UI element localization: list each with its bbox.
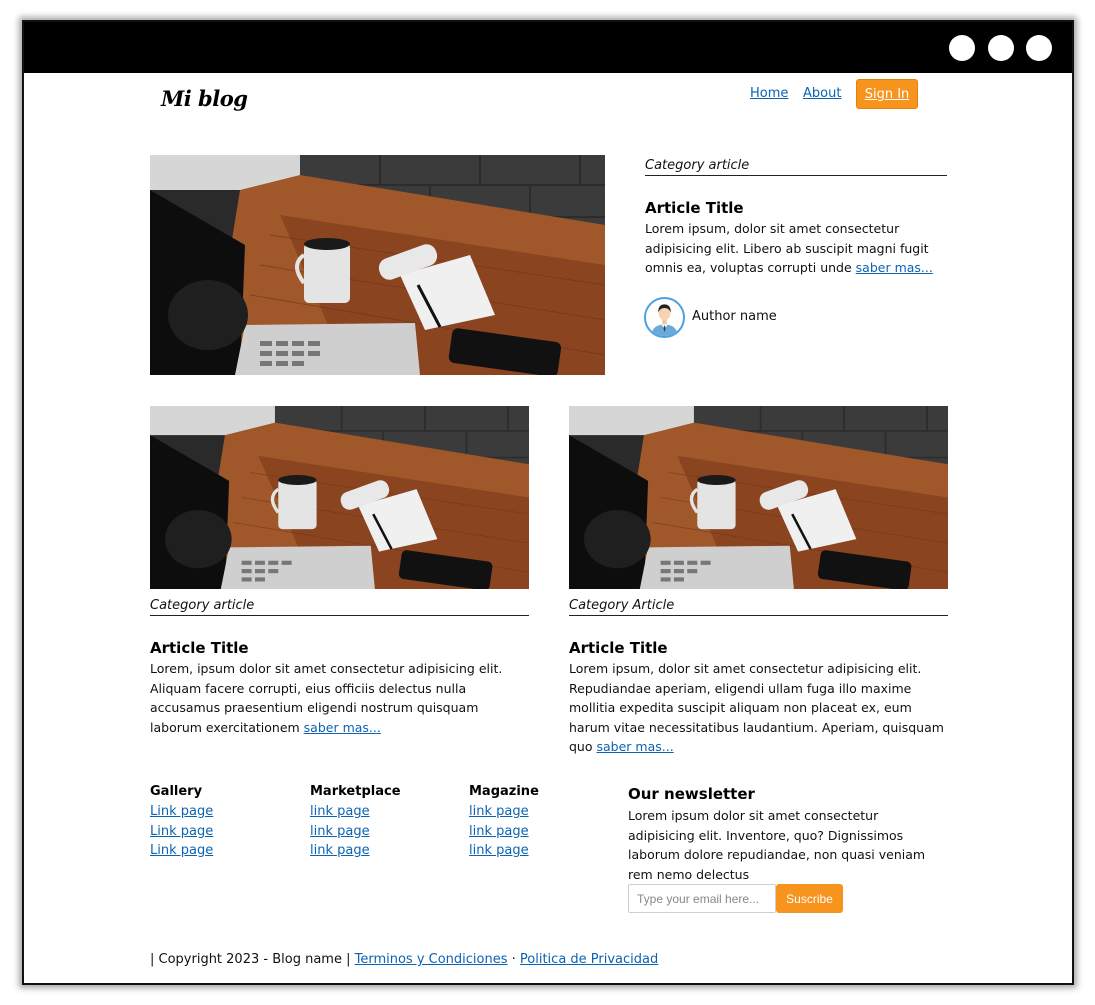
footer-magazine-link-2[interactable]: link page [469, 822, 609, 842]
article-2-read-more-link[interactable]: saber mas... [596, 739, 673, 754]
footer-separator: · [507, 952, 520, 967]
subscribe-button[interactable]: Suscribe [776, 884, 843, 913]
window-control-2[interactable] [988, 35, 1014, 61]
person-icon [646, 299, 683, 336]
article-2-category: Category Article [569, 598, 948, 616]
featured-text: Lorem ipsum, dolor sit amet consectetur … [645, 219, 945, 278]
terms-link[interactable]: Terminos y Condiciones [355, 952, 508, 967]
featured-title[interactable]: Article Title [645, 199, 744, 217]
window-titlebar [24, 22, 1072, 73]
footer-gallery-column: Gallery Link page Link page Link page [150, 784, 290, 861]
featured-category: Category article [645, 158, 947, 176]
footer-marketplace-link-1[interactable]: link page [310, 802, 450, 822]
copyright-text: | Copyright 2023 - Blog name | [150, 952, 355, 967]
newsletter-email-input[interactable] [628, 884, 776, 913]
article-2-image[interactable] [569, 406, 948, 589]
footer-marketplace-link-3[interactable]: link page [310, 841, 450, 861]
window-control-1[interactable] [949, 35, 975, 61]
footer-marketplace-heading: Marketplace [310, 784, 401, 799]
newsletter-title: Our newsletter [628, 785, 755, 803]
footer-magazine-column: Magazine link page link page link page [469, 784, 609, 861]
footer-magazine-link-1[interactable]: link page [469, 802, 609, 822]
blog-logo[interactable]: Mi blog [161, 86, 248, 111]
footer-magazine-link-3[interactable]: link page [469, 841, 609, 861]
nav-home-link[interactable]: Home [750, 86, 788, 101]
browser-window: Mi blog Home About Sign In Category arti… [22, 20, 1074, 985]
newsletter-text: Lorem ipsum dolor sit amet consectetur a… [628, 808, 926, 882]
window-control-3[interactable] [1026, 35, 1052, 61]
author-name[interactable]: Author name [692, 309, 777, 324]
footer-gallery-heading: Gallery [150, 784, 203, 799]
featured-article-image[interactable] [150, 155, 605, 375]
article-1-text: Lorem, ipsum dolor sit amet consectetur … [150, 659, 510, 737]
footer-gallery-link-2[interactable]: Link page [150, 822, 290, 842]
article-1-title[interactable]: Article Title [150, 639, 249, 657]
footer-marketplace-column: Marketplace link page link page link pag… [310, 784, 450, 861]
nav-about-link[interactable]: About [803, 86, 841, 101]
article-2-text: Lorem ipsum, dolor sit amet consectetur … [569, 659, 949, 757]
article-1-read-more-link[interactable]: saber mas... [304, 720, 381, 735]
article-1-image[interactable] [150, 406, 529, 589]
footer-marketplace-link-2[interactable]: link page [310, 822, 450, 842]
footer-magazine-heading: Magazine [469, 784, 539, 799]
privacy-link[interactable]: Politica de Privacidad [520, 952, 658, 967]
featured-read-more-link[interactable]: saber mas... [856, 260, 933, 275]
sign-in-button[interactable]: Sign In [856, 79, 918, 109]
footer-gallery-link-3[interactable]: Link page [150, 841, 290, 861]
copyright-line: | Copyright 2023 - Blog name | Terminos … [150, 952, 658, 967]
article-1-category: Category article [150, 598, 529, 616]
footer-gallery-link-1[interactable]: Link page [150, 802, 290, 822]
article-2-title[interactable]: Article Title [569, 639, 668, 657]
author-avatar[interactable] [644, 297, 685, 338]
